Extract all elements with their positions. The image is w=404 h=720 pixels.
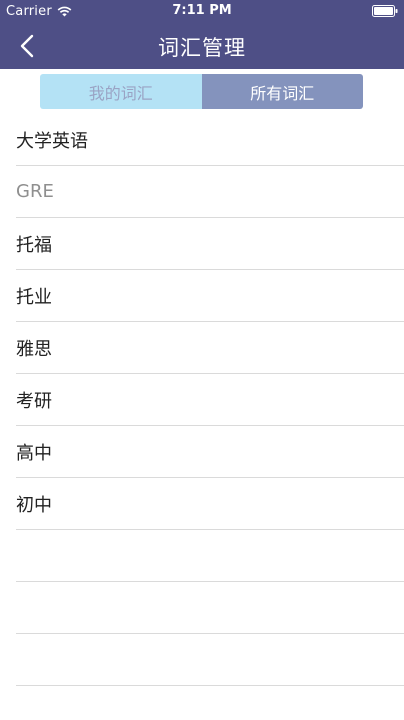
header: Carrier 7:11 PM 词汇管理 — [0, 0, 404, 69]
page-title: 词汇管理 — [158, 36, 246, 60]
empty-row — [16, 634, 404, 686]
empty-row — [16, 530, 404, 582]
segment-all-vocab[interactable]: 所有词汇 — [201, 74, 363, 109]
vocab-segmented-control: 我的词汇 所有词汇 — [40, 74, 363, 109]
list-item[interactable]: 考研 — [16, 374, 404, 426]
list-item[interactable]: 初中 — [16, 478, 404, 530]
status-time: 7:11 PM — [172, 3, 232, 18]
vocab-list: 大学英语 GRE 托福 托业 雅思 考研 高中 初中 — [0, 114, 404, 686]
segment-my-vocab[interactable]: 我的词汇 — [40, 74, 202, 109]
list-item[interactable]: 雅思 — [16, 322, 404, 374]
battery-icon — [372, 5, 398, 17]
list-item[interactable]: 托福 — [16, 218, 404, 270]
list-item[interactable]: 高中 — [16, 426, 404, 478]
nav-bar: 词汇管理 — [0, 22, 404, 69]
status-bar: Carrier 7:11 PM — [0, 0, 404, 22]
list-item[interactable]: GRE — [16, 166, 404, 218]
list-item[interactable]: 托业 — [16, 270, 404, 322]
list-item[interactable]: 大学英语 — [16, 114, 404, 166]
empty-row — [16, 582, 404, 634]
